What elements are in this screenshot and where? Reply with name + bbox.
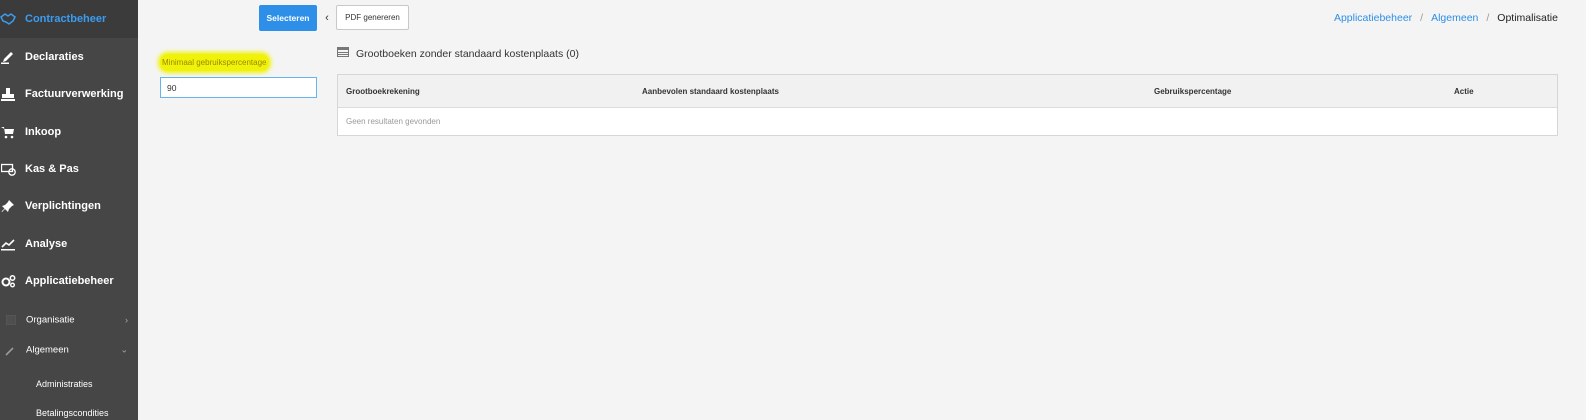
breadcrumb-separator: / <box>1486 12 1490 24</box>
sidebar-item-label: Applicatiebeheer <box>25 275 114 287</box>
sidebar-subsubitem-betalingscondities[interactable]: Betalingscondities <box>0 401 138 420</box>
cash-icon <box>0 161 16 177</box>
stamp-icon <box>0 86 16 102</box>
table-icon <box>337 47 349 60</box>
breadcrumb-current: Optimalisatie <box>1497 12 1558 24</box>
square-icon <box>3 312 19 328</box>
line-chart-icon <box>0 236 16 252</box>
sidebar-subsubitem-administraties[interactable]: Administraties <box>0 372 138 396</box>
breadcrumb-link-algemeen[interactable]: Algemeen <box>1431 12 1478 24</box>
breadcrumb-link-applicatiebeheer[interactable]: Applicatiebeheer <box>1334 12 1412 24</box>
sidebar-item-inkoop[interactable]: Inkoop <box>0 113 138 151</box>
panel-title: Grootboeken zonder standaard kostenplaat… <box>337 47 579 60</box>
sidebar: Contractbeheer Declaraties Factuurverwer… <box>0 0 138 420</box>
sidebar-item-verplichtingen[interactable]: Verplichtingen <box>0 187 138 225</box>
sidebar-item-label: Contractbeheer <box>25 13 107 25</box>
handshake-icon <box>0 11 16 27</box>
chevron-down-icon: ⌄ <box>120 344 128 355</box>
empty-results-text: Geen resultaten gevonden <box>346 117 441 126</box>
table-header: Grootboekrekening Aanbevolen standaard k… <box>338 75 1557 108</box>
sidebar-item-label: Kas & Pas <box>25 163 79 175</box>
sidebar-item-kas-pas[interactable]: Kas & Pas <box>0 150 138 188</box>
column-header-grootboekrekening[interactable]: Grootboekrekening <box>346 75 420 108</box>
gears-icon <box>0 273 16 289</box>
sidebar-item-label: Factuurverwerking <box>25 88 124 100</box>
sidebar-item-label: Declaraties <box>25 51 84 63</box>
sidebar-subitem-organisatie[interactable]: Organisatie › <box>0 305 138 335</box>
sidebar-item-applicatiebeheer[interactable]: Applicatiebeheer <box>0 262 138 300</box>
pencil-icon <box>0 49 16 65</box>
column-header-aanbevolen-kostenplaats[interactable]: Aanbevolen standaard kostenplaats <box>642 75 779 108</box>
chevron-right-icon: › <box>125 315 128 325</box>
sidebar-subsubitem-label: Administraties <box>36 379 93 389</box>
sidebar-item-contractbeheer[interactable]: Contractbeheer <box>0 0 138 38</box>
sidebar-subitem-label: Organisatie <box>26 314 75 326</box>
wrench-icon <box>2 342 18 358</box>
min-usage-percentage-input[interactable] <box>160 77 317 98</box>
panel-title-text: Grootboeken zonder standaard kostenplaat… <box>356 47 579 60</box>
sidebar-item-factuurverwerking[interactable]: Factuurverwerking <box>0 75 138 113</box>
select-button[interactable]: Selecteren <box>259 5 317 31</box>
sidebar-item-label: Inkoop <box>25 126 62 138</box>
cart-icon <box>0 124 16 140</box>
sidebar-item-declaraties[interactable]: Declaraties <box>0 38 138 76</box>
sidebar-subitem-label: Algemeen <box>26 344 69 356</box>
column-header-actie[interactable]: Actie <box>1454 75 1474 108</box>
breadcrumb-separator: / <box>1420 12 1424 24</box>
sidebar-item-label: Verplichtingen <box>25 200 101 212</box>
pin-icon <box>0 198 16 214</box>
breadcrumb: Applicatiebeheer / Algemeen / Optimalisa… <box>1334 12 1558 24</box>
chevron-left-icon[interactable]: ‹ <box>322 11 332 25</box>
min-usage-percentage-label: Minimaal gebruikspercentage <box>160 54 269 71</box>
ledger-table: Grootboekrekening Aanbevolen standaard k… <box>337 74 1558 136</box>
sidebar-item-label: Analyse <box>25 238 68 250</box>
column-header-gebruikspercentage[interactable]: Gebruikspercentage <box>1154 75 1231 108</box>
sidebar-subitem-algemeen[interactable]: Algemeen ⌄ <box>0 335 138 365</box>
sidebar-subsubitem-label: Betalingscondities <box>36 408 109 418</box>
pdf-generate-button[interactable]: PDF genereren <box>336 5 409 30</box>
sidebar-item-analyse[interactable]: Analyse <box>0 225 138 263</box>
